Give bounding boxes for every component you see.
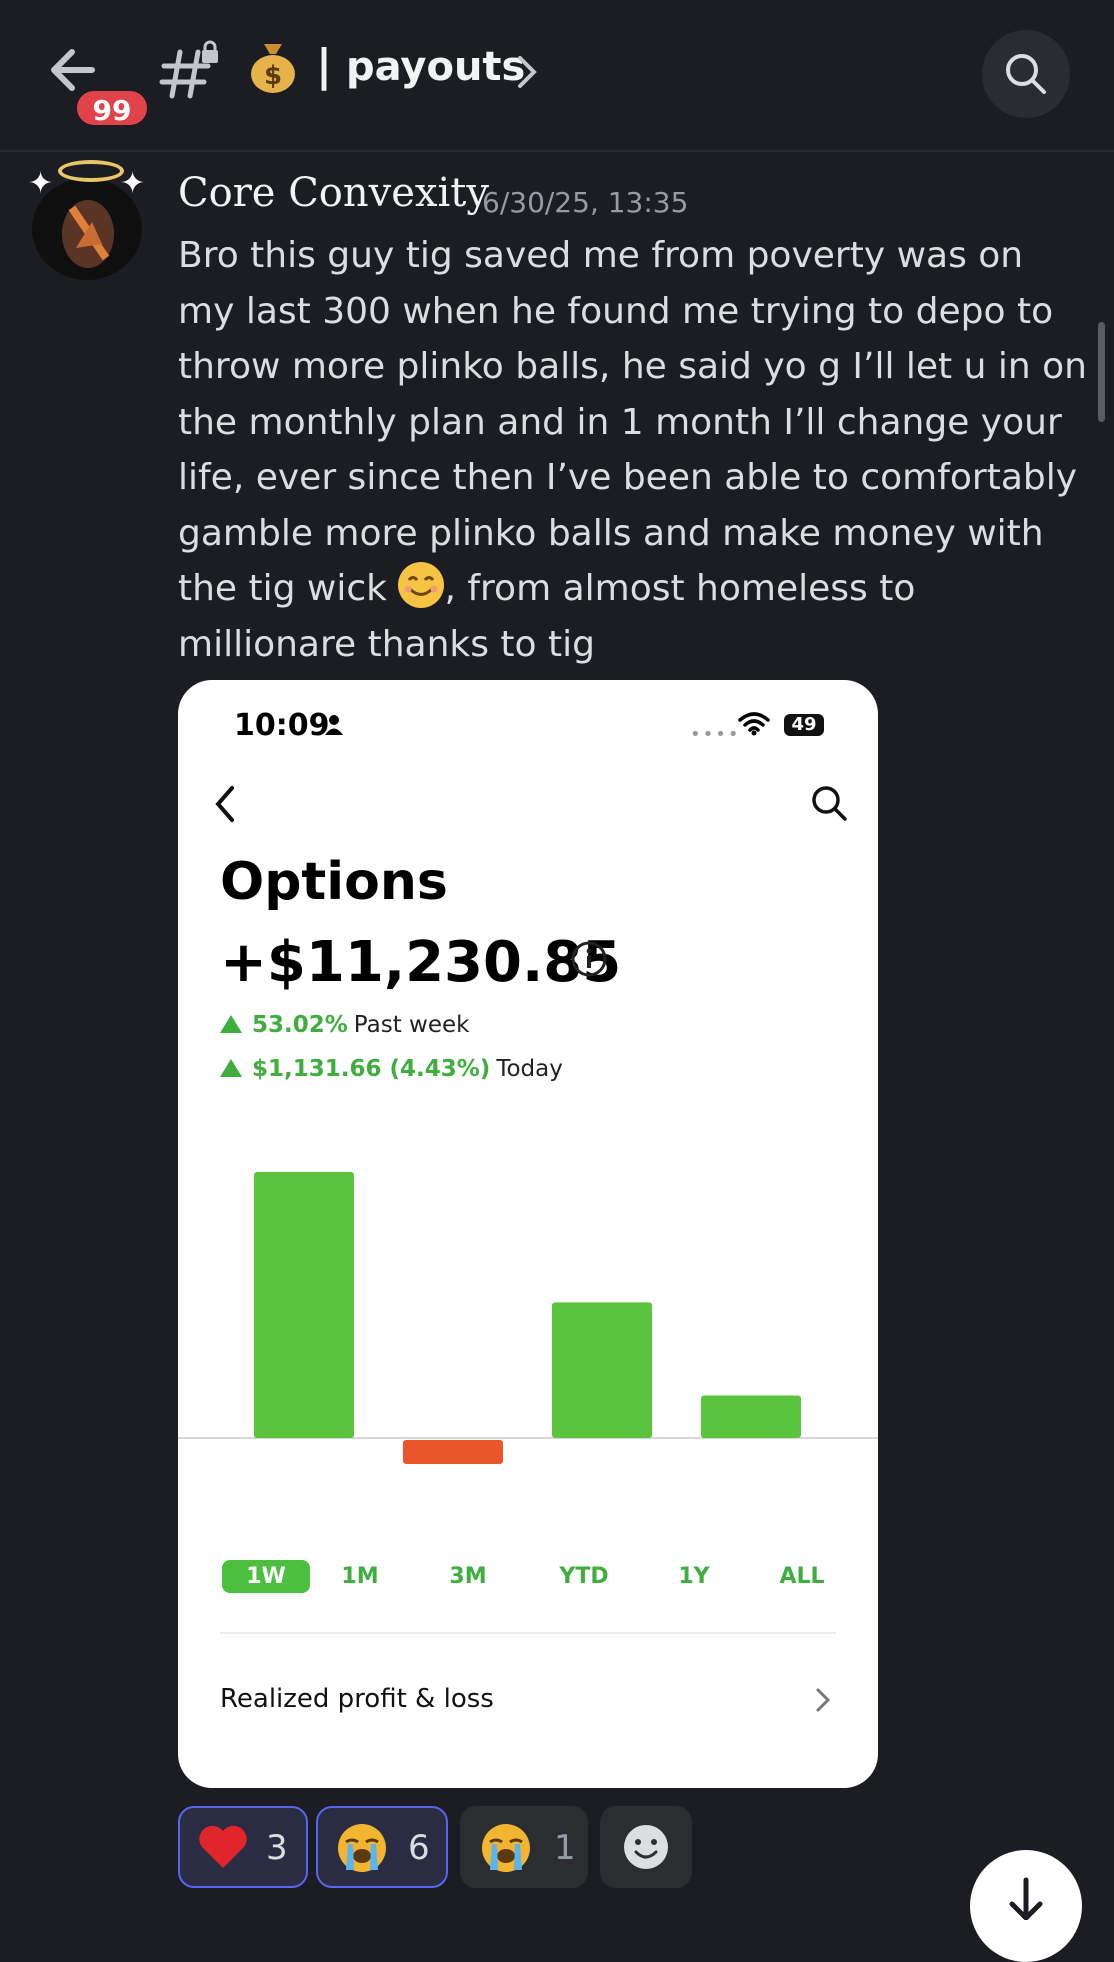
- options-title: Options: [220, 852, 448, 912]
- battery-icon: 49: [784, 714, 824, 736]
- message-body: Bro this guy tig saved me from poverty w…: [178, 228, 1088, 672]
- unread-badge: 99: [74, 88, 150, 128]
- search-icon: [1006, 54, 1046, 94]
- halo-icon: [58, 160, 124, 182]
- jump-to-present-button[interactable]: [970, 1850, 1082, 1962]
- chart-bar: [254, 1172, 354, 1438]
- chevron-right-icon[interactable]: [514, 54, 540, 90]
- wifi-icon: [738, 712, 770, 736]
- timeframe-ytd[interactable]: YTD: [554, 1564, 614, 1589]
- stat-week-label: Past week: [353, 1012, 470, 1038]
- loudly-crying-face-icon: [338, 1824, 386, 1872]
- channel-header: 99 $ | payouts: [0, 0, 1114, 152]
- timeframe-1m[interactable]: 1M: [330, 1564, 390, 1589]
- stat-today: $1,131.66 (4.43%) Today: [220, 1056, 563, 1082]
- smiling-face-emoji-icon: [398, 562, 445, 608]
- timeframe-1w[interactable]: 1W: [222, 1560, 310, 1593]
- chart-bar: [701, 1395, 801, 1438]
- divider: [220, 1632, 836, 1634]
- reaction-count: 1: [554, 1828, 576, 1868]
- reaction-count: 6: [408, 1828, 430, 1868]
- money-bag-icon: $: [248, 38, 298, 94]
- timeframe-3m[interactable]: 3M: [438, 1564, 498, 1589]
- person-icon: [325, 715, 343, 735]
- reaction-crying-inactive[interactable]: 1: [460, 1806, 588, 1888]
- status-time: 10:09: [234, 708, 330, 743]
- message-text: Bro this guy tig saved me from poverty w…: [178, 235, 1087, 609]
- add-reaction-button[interactable]: [600, 1806, 692, 1888]
- timeframe-all[interactable]: ALL: [772, 1564, 832, 1589]
- stat-today-value: $1,131.66 (4.43%): [252, 1056, 491, 1082]
- chevron-right-icon[interactable]: [814, 1686, 832, 1714]
- options-amount: +$11,230.85: [220, 930, 622, 995]
- stat-past-week: 53.02% Past week: [220, 1012, 469, 1038]
- scrollbar[interactable]: [1098, 322, 1105, 422]
- signal-dots-icon: ••••: [690, 724, 741, 745]
- profit-loss-bar-chart: [178, 1172, 878, 1464]
- timeframe-1y[interactable]: 1Y: [664, 1564, 724, 1589]
- arrow-down-icon: [1009, 1877, 1043, 1922]
- channel-separator: |: [316, 40, 333, 91]
- stat-today-label: Today: [496, 1056, 563, 1082]
- search-icon: [812, 786, 847, 821]
- reaction-heart[interactable]: 3: [178, 1806, 308, 1888]
- reaction-count: 3: [266, 1828, 288, 1868]
- realized-pl-link[interactable]: Realized profit & loss: [220, 1684, 494, 1714]
- smiley-add-icon: [624, 1825, 668, 1869]
- loudly-crying-face-icon: [482, 1824, 530, 1872]
- message-author[interactable]: Core Convexity: [178, 170, 489, 216]
- stat-week-value: 53.02%: [252, 1012, 348, 1038]
- search-button[interactable]: [982, 30, 1070, 118]
- locked-channel-icon: [158, 40, 222, 104]
- message-timestamp: 6/30/25, 13:35: [482, 186, 689, 219]
- chevron-left-icon: [215, 786, 234, 822]
- svg-text:$: $: [264, 61, 282, 91]
- chart-bar: [552, 1302, 652, 1438]
- chart-bar: [403, 1440, 503, 1464]
- red-heart-icon: [199, 1825, 247, 1868]
- up-triangle-icon: [220, 1015, 242, 1033]
- up-triangle-icon: [220, 1059, 242, 1077]
- avatar[interactable]: [32, 178, 142, 280]
- channel-name[interactable]: payouts: [346, 44, 525, 90]
- info-icon: [571, 941, 607, 977]
- reaction-crying[interactable]: 6: [316, 1806, 448, 1888]
- image-attachment[interactable]: 10:09 •••• 49 Options +$11,230.85 53.02%…: [178, 680, 878, 1788]
